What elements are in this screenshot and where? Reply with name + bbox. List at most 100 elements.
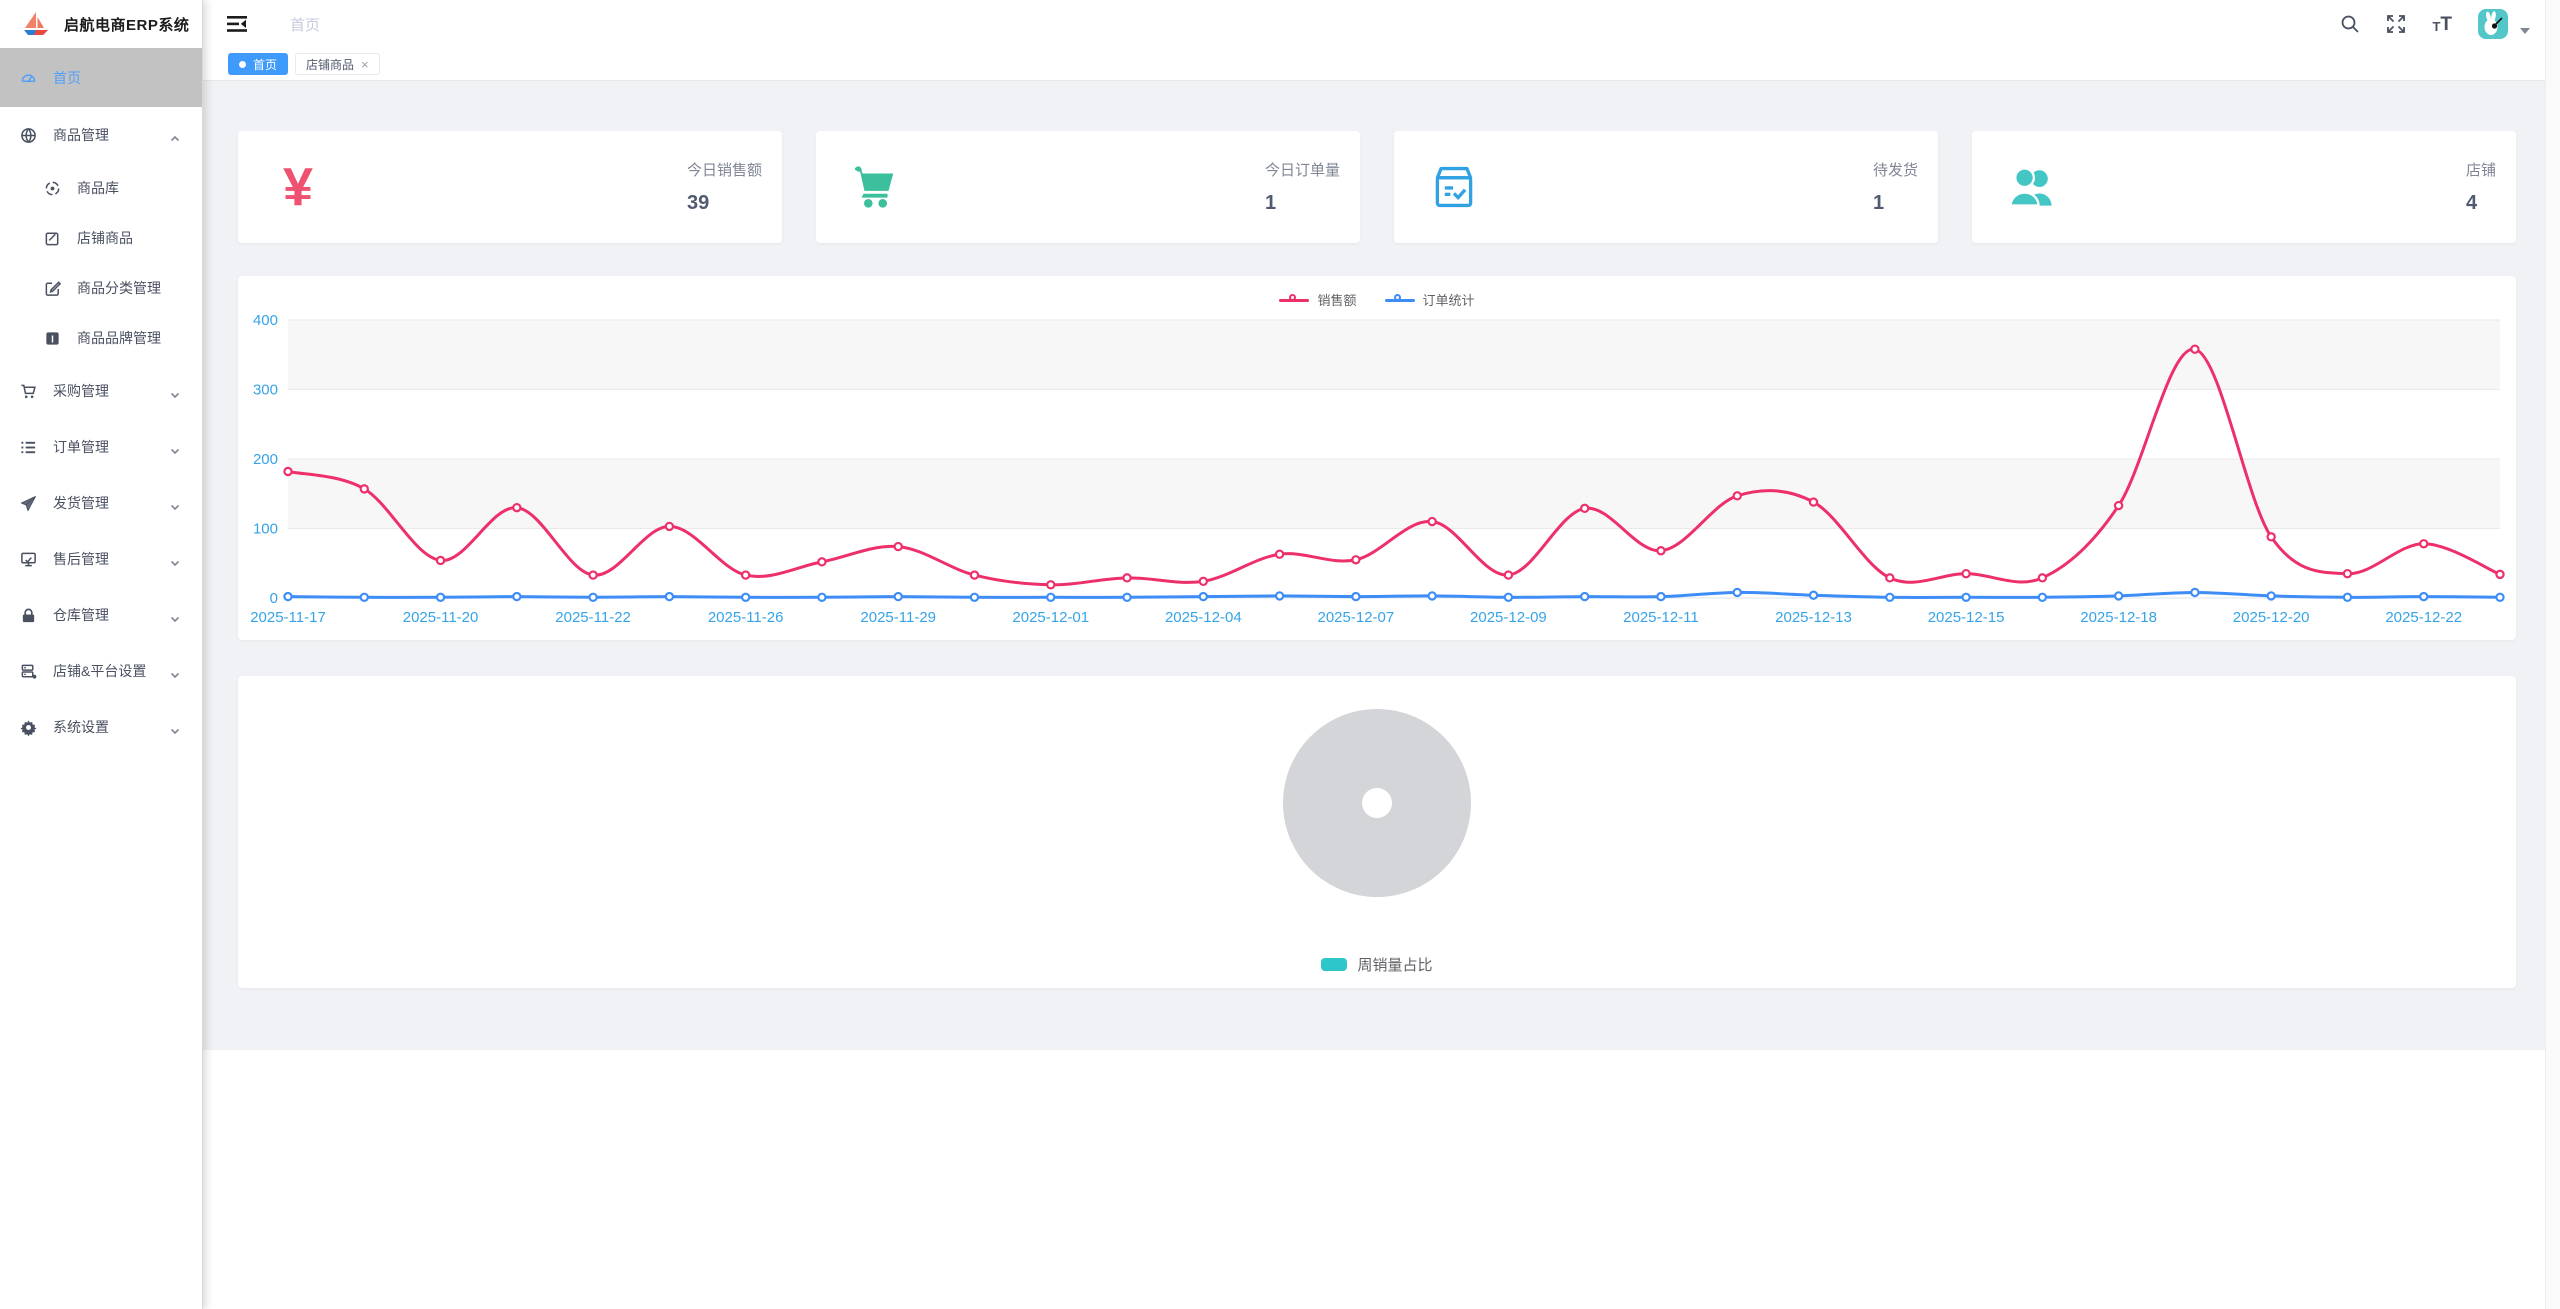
donut-legend-swatch — [1321, 958, 1347, 971]
svg-text:2025-12-07: 2025-12-07 — [1317, 609, 1394, 626]
svg-text:I: I — [51, 334, 54, 345]
tab-tag-0[interactable]: 首页 — [228, 53, 288, 75]
app-title: 启航电商ERP系统 — [64, 14, 189, 35]
svg-text:2025-12-20: 2025-12-20 — [2233, 609, 2310, 626]
legend-item-0[interactable]: 销售额 — [1279, 290, 1356, 309]
sidebar-item-label: 售后管理 — [53, 549, 109, 569]
sidebar-menu: 首页 商品管理 商品库 店铺商品 商品分类管理 I 商品品牌管理 采购管理 订单管… — [0, 48, 202, 755]
menu-fold-icon[interactable] — [226, 14, 248, 34]
tag-label: 首页 — [253, 56, 277, 73]
stat-card-label: 待发货 — [1873, 159, 1918, 180]
sidebar-item-label: 仓库管理 — [53, 605, 109, 625]
chevron-up-icon — [170, 131, 180, 141]
donut-legend-label: 周销量占比 — [1357, 954, 1432, 975]
sidebar-subitem-1-2[interactable]: 商品分类管理 — [0, 263, 202, 313]
sidebar-item-label: 订单管理 — [53, 437, 109, 457]
search-icon[interactable] — [2340, 14, 2360, 34]
line-marker-icon — [1279, 294, 1309, 306]
weekly-sales-donut-chart — [238, 676, 2516, 988]
cart-outline-icon — [20, 383, 37, 400]
svg-text:2025-11-17: 2025-11-17 — [250, 609, 326, 626]
chevron-down-icon — [170, 611, 180, 621]
sidebar-item-label: 采购管理 — [53, 381, 109, 401]
stat-card-value: 4 — [2466, 192, 2496, 215]
stat-card-value: 1 — [1873, 192, 1918, 215]
stat-card-1: 今日订单量 1 — [816, 131, 1360, 243]
brand-icon: I — [44, 330, 61, 347]
line-chart-legend: 销售额 订单统计 — [238, 290, 2516, 309]
line-marker-icon — [1385, 294, 1415, 306]
chevron-down-icon — [170, 387, 180, 397]
aftersale-icon — [20, 551, 37, 568]
sales-orders-line-chart: 01002003004002025-11-172025-11-202025-11… — [238, 276, 2516, 640]
svg-text:2025-11-26: 2025-11-26 — [708, 609, 784, 626]
list-icon — [20, 439, 37, 456]
sidebar-subitem-1-1[interactable]: 店铺商品 — [0, 213, 202, 263]
sidebar-item-8[interactable]: 系统设置 — [0, 699, 202, 755]
tag-bar: 首页 店铺商品 × — [203, 48, 2560, 81]
sidebar-item-2[interactable]: 采购管理 — [0, 363, 202, 419]
sidebar-item-label: 发货管理 — [53, 493, 109, 513]
legend-item-1[interactable]: 订单统计 — [1385, 290, 1475, 309]
app-logo: 启航电商ERP系统 — [0, 0, 202, 48]
svg-text:2025-12-11: 2025-12-11 — [1623, 609, 1699, 626]
chevron-down-icon — [170, 723, 180, 733]
sidebar-item-4[interactable]: 发货管理 — [0, 475, 202, 531]
svg-text:2025-12-22: 2025-12-22 — [2385, 609, 2462, 626]
legend-label: 订单统计 — [1423, 290, 1475, 309]
stat-card-label: 今日销售额 — [687, 159, 762, 180]
font-size-icon[interactable]: TT — [2432, 15, 2452, 34]
sales-orders-chart-card: 销售额 订单统计 01002003004002025-11-172025-11-… — [238, 276, 2516, 640]
active-dot-icon — [239, 61, 246, 68]
svg-text:2025-12-13: 2025-12-13 — [1775, 609, 1852, 626]
stat-card-value: 39 — [687, 192, 762, 215]
sidebar-item-3[interactable]: 订单管理 — [0, 419, 202, 475]
tag-label: 店铺商品 — [306, 56, 354, 73]
stat-card-3: 店铺 4 — [1972, 131, 2516, 243]
tab-tag-1[interactable]: 店铺商品 × — [295, 53, 380, 75]
svg-text:2025-12-15: 2025-12-15 — [1928, 609, 2005, 626]
stat-card-label: 店铺 — [2466, 159, 2496, 180]
chevron-down-icon — [170, 499, 180, 509]
svg-text:200: 200 — [253, 451, 278, 468]
chevron-down-icon — [170, 667, 180, 677]
cart-filled-icon — [848, 159, 904, 215]
sidebar-item-0[interactable]: 首页 — [0, 48, 202, 107]
sidebar-item-6[interactable]: 仓库管理 — [0, 587, 202, 643]
svg-text:2025-12-01: 2025-12-01 — [1012, 609, 1089, 626]
sidebar-item-7[interactable]: 店铺&平台设置 — [0, 643, 202, 699]
globe-icon — [20, 127, 37, 144]
svg-text:300: 300 — [253, 382, 278, 399]
sidebar-item-5[interactable]: 售后管理 — [0, 531, 202, 587]
sidebar-item-label: 首页 — [53, 68, 81, 88]
compose-icon — [44, 280, 61, 297]
sidebar-subitem-label: 商品分类管理 — [77, 278, 161, 298]
lock-icon — [20, 607, 37, 624]
stat-card-row: ¥ 今日销售额 39 今日订单量 1 待发货 1 店铺 4 — [238, 131, 2516, 243]
main-content: ¥ 今日销售额 39 今日订单量 1 待发货 1 店铺 4 销售额 订单统计 0… — [203, 81, 2545, 1050]
donut-legend-item[interactable]: 周销量占比 — [238, 954, 2516, 975]
svg-text:0: 0 — [270, 590, 278, 607]
svg-text:2025-11-29: 2025-11-29 — [860, 609, 936, 626]
stat-card-0: ¥ 今日销售额 39 — [238, 131, 782, 243]
sidebar-subitem-1-0[interactable]: 商品库 — [0, 163, 202, 213]
chevron-down-icon — [170, 555, 180, 565]
fullscreen-icon[interactable] — [2386, 14, 2406, 34]
send-icon — [20, 495, 37, 512]
sidebar-subitem-1-3[interactable]: I 商品品牌管理 — [0, 313, 202, 363]
svg-text:2025-12-09: 2025-12-09 — [1470, 609, 1547, 626]
dashboard-icon — [20, 69, 37, 86]
vertical-scrollbar[interactable] — [2545, 0, 2560, 1309]
svg-text:2025-11-20: 2025-11-20 — [403, 609, 479, 626]
weekly-sales-donut-card: 周销量占比 — [238, 676, 2516, 988]
user-avatar[interactable] — [2478, 9, 2508, 39]
sidebar-item-label: 商品管理 — [53, 125, 109, 145]
close-icon[interactable]: × — [361, 58, 369, 71]
caret-down-icon[interactable] — [2520, 28, 2530, 34]
topbar: 首页 TT — [203, 0, 2560, 48]
box-check-icon — [1426, 159, 1482, 215]
sidebar-item-1[interactable]: 商品管理 — [0, 107, 202, 163]
stat-card-label: 今日订单量 — [1265, 159, 1340, 180]
sidebar-subitem-label: 商品库 — [77, 178, 119, 198]
breadcrumb: 首页 — [290, 14, 320, 35]
